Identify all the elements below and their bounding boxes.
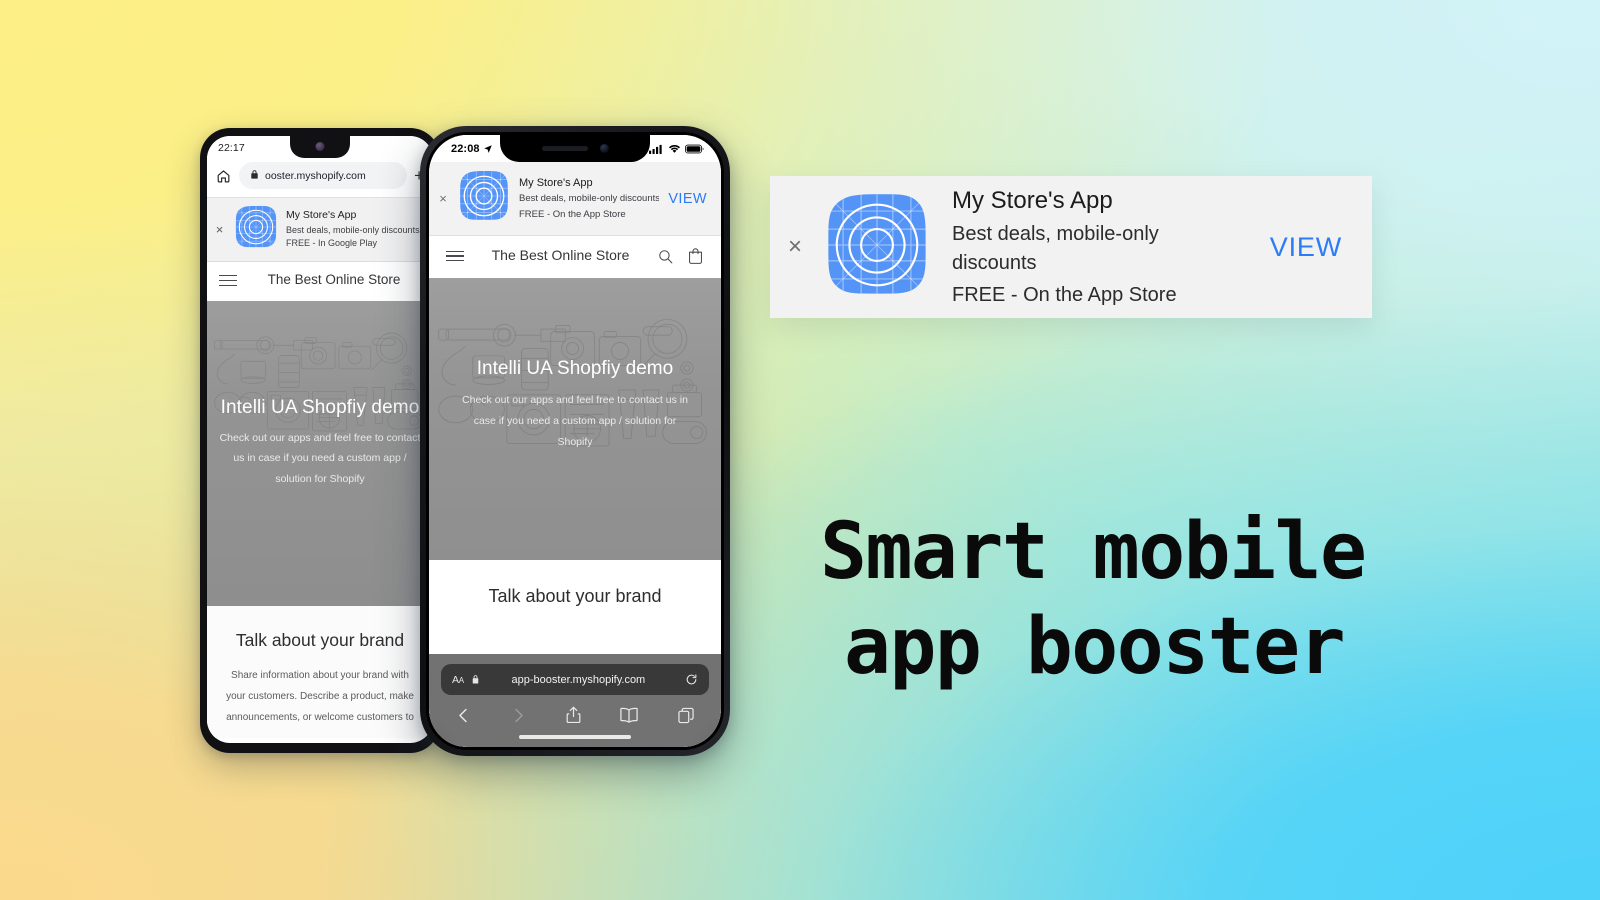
app-name: My Store's App <box>519 176 593 189</box>
app-name: My Store's App <box>286 209 357 222</box>
home-icon[interactable] <box>215 168 232 184</box>
ios-hero-section: Intelli UA Shopfiy demo Check out our ap… <box>429 278 721 560</box>
front-camera-icon <box>599 144 609 153</box>
android-brand-section: Talk about your brand Share information … <box>207 605 433 738</box>
app-price: FREE - On the App Store <box>952 284 1177 307</box>
marketing-headline: Smart mobile app booster <box>820 505 1440 695</box>
android-store-header: The Best Online Store <box>207 262 433 301</box>
hamburger-menu-icon[interactable] <box>446 250 464 262</box>
safari-bottom-bar: AA app-booster.myshopify.com <box>429 654 721 747</box>
app-price: FREE - On the App Store <box>519 208 626 220</box>
headline-line-1: Smart mobile <box>820 507 1367 597</box>
safari-address-bar[interactable]: AA app-booster.myshopify.com <box>441 664 709 695</box>
chevron-right-icon <box>515 708 523 722</box>
app-tagline: Best deals, mobile-only discounts <box>286 224 420 235</box>
app-install-banner-card[interactable]: × My Store's App Best deals, mobile-only… <box>770 176 1372 318</box>
share-icon[interactable] <box>565 705 582 725</box>
app-grid-circles-icon <box>234 205 278 254</box>
ios-brand-section: Talk about your brand <box>429 560 721 637</box>
app-tagline: Best deals, mobile-only discounts <box>519 193 660 205</box>
ios-hero-text: Intelli UA Shopfiy demo Check out our ap… <box>429 358 721 453</box>
store-title: The Best Online Store <box>267 272 401 287</box>
close-icon[interactable]: × <box>788 235 802 259</box>
app-grid-circles-icon <box>824 192 930 303</box>
wifi-icon <box>668 144 681 153</box>
android-hero-text: Intelli UA Shopfiy demo Check out our ap… <box>207 397 433 489</box>
book-icon[interactable] <box>619 706 639 724</box>
cellular-signal-icon <box>649 144 662 154</box>
chevron-left-icon[interactable] <box>455 706 472 725</box>
android-browser-urlbar: ooster.myshopify.com + <box>207 160 433 197</box>
status-time: 22:08 <box>451 142 480 155</box>
safari-url-text: app-booster.myshopify.com <box>511 673 646 686</box>
hero-subtitle: Check out our apps and feel free to cont… <box>462 394 688 448</box>
android-app-install-banner[interactable]: × My Store's App Best deals, mobile-only… <box>207 197 433 262</box>
reload-icon[interactable] <box>685 673 698 686</box>
iphone-bezel: 22:08 × My Store's App Best deals, mobil… <box>426 132 724 750</box>
hamburger-menu-icon[interactable] <box>219 274 237 286</box>
android-front-camera-icon <box>315 142 325 151</box>
shopping-bag-icon[interactable] <box>687 247 704 265</box>
brand-body: Share information about your brand with … <box>226 669 414 723</box>
earpiece-speaker-icon <box>541 146 588 151</box>
hero-subtitle: Check out our apps and feel free to cont… <box>219 431 421 485</box>
app-name: My Store's App <box>952 186 1113 214</box>
ios-header-icons <box>657 247 704 265</box>
app-grid-circles-icon <box>458 170 510 227</box>
battery-full-icon <box>685 144 704 153</box>
brand-title: Talk about your brand <box>488 586 662 606</box>
app-tagline: Best deals, mobile-only discounts <box>952 223 1159 274</box>
android-url-text: ooster.myshopify.com <box>265 169 366 182</box>
location-arrow-icon <box>483 144 492 153</box>
promo-card-text: My Store's App Best deals, mobile-only d… <box>952 185 1248 310</box>
view-button[interactable]: VIEW <box>668 191 709 207</box>
headline-line-2: app booster <box>844 602 1346 693</box>
android-status-time: 22:17 <box>218 142 245 154</box>
iphone-status-indicators <box>649 144 704 154</box>
close-icon[interactable]: × <box>437 192 449 205</box>
iphone-screen: 22:08 × My Store's App Best deals, mobil… <box>429 135 721 747</box>
ios-store-header: The Best Online Store <box>429 236 721 278</box>
android-phone-mockup: 22:17 ooster.myshopify.com × My Store's … <box>200 128 440 753</box>
lock-icon <box>249 167 260 185</box>
android-screen: 22:17 ooster.myshopify.com × My Store's … <box>207 136 433 743</box>
close-icon[interactable]: × <box>213 223 226 236</box>
safari-toolbar <box>441 695 709 729</box>
view-button[interactable]: VIEW <box>1270 232 1342 263</box>
store-title: The Best Online Store <box>491 247 630 264</box>
ios-app-install-banner[interactable]: × My Store's App Best deals, mobile-only… <box>429 162 721 236</box>
hero-title: Intelli UA Shopfiy demo <box>220 396 420 418</box>
tabs-icon[interactable] <box>677 706 695 725</box>
iphone-status-time-group: 22:08 <box>451 143 493 155</box>
text-size-button[interactable]: AA <box>452 674 464 686</box>
android-hero-section: Intelli UA Shopfiy demo Check out our ap… <box>207 300 433 606</box>
phone-mockups-group: 22:17 ooster.myshopify.com × My Store's … <box>0 0 760 900</box>
home-indicator <box>519 735 631 739</box>
iphone-notch <box>500 135 650 162</box>
search-icon[interactable] <box>657 248 674 265</box>
android-omnibox[interactable]: ooster.myshopify.com <box>239 162 408 189</box>
app-price: FREE - In Google Play <box>286 238 378 249</box>
iphone-mockup: 22:08 × My Store's App Best deals, mobil… <box>420 126 730 756</box>
brand-title: Talk about your brand <box>235 629 405 650</box>
android-banner-text: My Store's App Best deals, mobile-only d… <box>286 208 420 250</box>
ios-banner-text: My Store's App Best deals, mobile-only d… <box>519 175 659 222</box>
hero-title: Intelli UA Shopfiy demo <box>476 358 674 379</box>
